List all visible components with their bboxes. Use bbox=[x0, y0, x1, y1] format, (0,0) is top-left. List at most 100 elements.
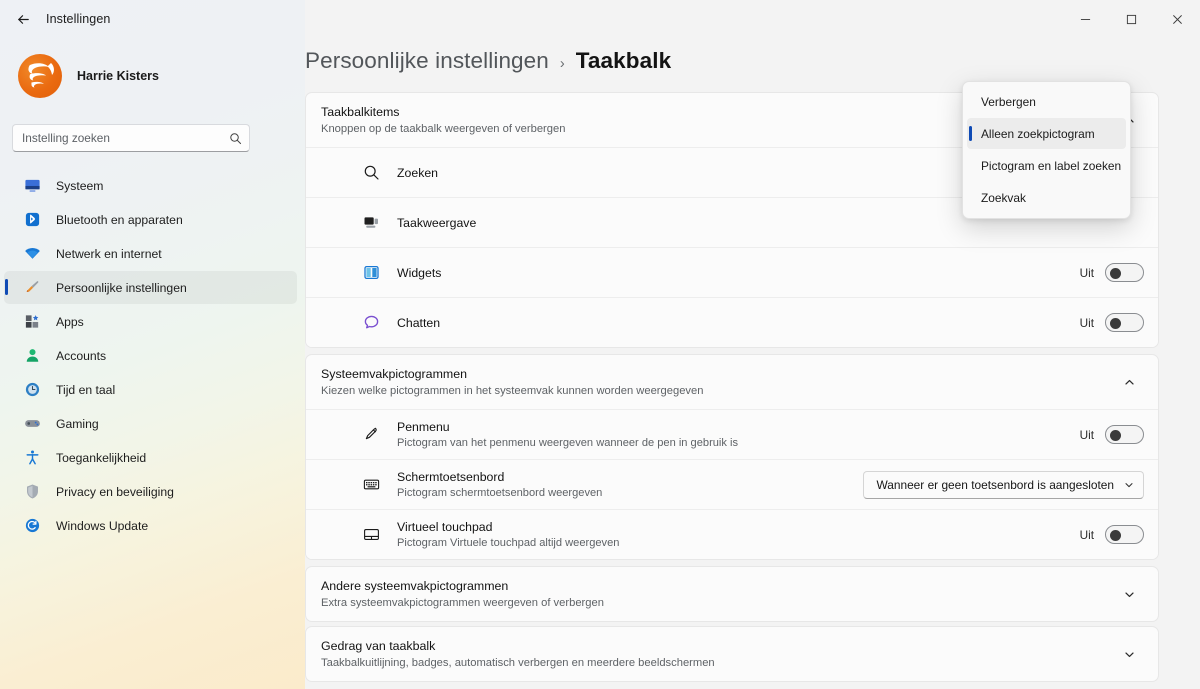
flyout-item-pictogram-en-label-zoeken[interactable]: Pictogram en label zoeken bbox=[967, 150, 1126, 181]
row-widgets[interactable]: Widgets Uit bbox=[306, 247, 1158, 297]
account-icon bbox=[22, 346, 42, 366]
update-icon bbox=[22, 516, 42, 536]
clock-icon bbox=[22, 380, 42, 400]
row-texts: Schermtoetsenbord Pictogram schermtoetse… bbox=[397, 469, 863, 501]
widgets-toggle[interactable] bbox=[1105, 263, 1144, 282]
sidebar-item-label: Bluetooth en apparaten bbox=[56, 212, 183, 227]
flyout-item-zoekvak[interactable]: Zoekvak bbox=[967, 182, 1126, 213]
row-subtitle: Pictogram schermtoetsenbord weergeven bbox=[397, 486, 603, 499]
touchpad-icon bbox=[361, 525, 381, 545]
toggle-state-label: Uit bbox=[1079, 527, 1094, 542]
search-icon bbox=[361, 163, 381, 183]
row-title: Chatten bbox=[397, 315, 441, 330]
toggle-state-label: Uit bbox=[1079, 427, 1094, 442]
search-input[interactable] bbox=[12, 124, 250, 152]
settings-window: Instellingen Harrie Kisters Instelling z… bbox=[0, 0, 1200, 689]
profile-block[interactable]: Harrie Kisters bbox=[0, 38, 305, 102]
row-control: Uit bbox=[1080, 313, 1144, 332]
chevron-down-icon[interactable] bbox=[1114, 639, 1144, 669]
page-title: Taakbalk bbox=[575, 48, 672, 73]
wifi-icon bbox=[22, 244, 42, 264]
flyout-item-label: Verbergen bbox=[981, 94, 1036, 109]
card-header-texts: Andere systeemvakpictogrammen Extra syst… bbox=[321, 578, 1114, 611]
main-content: Persoonlijke instellingen › Taakbalk Taa… bbox=[305, 0, 1200, 689]
sidebar-item-apps[interactable]: Apps bbox=[4, 305, 297, 338]
chat-toggle[interactable] bbox=[1105, 313, 1144, 332]
flyout-item-label: Zoekvak bbox=[981, 190, 1026, 205]
card-title: Systeemvakpictogrammen bbox=[321, 366, 467, 381]
sidebar-item-label: Persoonlijke instellingen bbox=[56, 280, 187, 295]
breadcrumb-parent[interactable]: Persoonlijke instellingen bbox=[305, 48, 549, 74]
pen-icon bbox=[361, 425, 381, 445]
card-systeemvakpictogrammen: Systeemvakpictogrammen Kiezen welke pict… bbox=[305, 354, 1159, 560]
row-penmenu[interactable]: Penmenu Pictogram van het penmenu weerge… bbox=[306, 409, 1158, 459]
sidebar-item-windows-update[interactable]: Windows Update bbox=[4, 509, 297, 542]
task-view-icon bbox=[361, 213, 381, 233]
minimize-button[interactable] bbox=[1062, 0, 1108, 38]
sidebar-item-persoonlijke-instellingen[interactable]: Persoonlijke instellingen bbox=[4, 271, 297, 304]
flyout-item-label: Alleen zoekpictogram bbox=[981, 126, 1095, 141]
toggle-state-label: Uit bbox=[1079, 315, 1094, 330]
sidebar-item-privacy[interactable]: Privacy en beveiliging bbox=[4, 475, 297, 508]
monitor-icon bbox=[22, 176, 42, 196]
window-controls bbox=[1062, 0, 1200, 38]
row-virtueel-touchpad[interactable]: Virtueel touchpad Pictogram Virtuele tou… bbox=[306, 509, 1158, 559]
row-chatten[interactable]: Chatten Uit bbox=[306, 297, 1158, 347]
search-icon[interactable] bbox=[226, 129, 244, 147]
flyout-item-label: Pictogram en label zoeken bbox=[981, 158, 1122, 173]
sidebar-item-label: Netwerk en internet bbox=[56, 246, 162, 261]
card-header-systeemvakpictogrammen[interactable]: Systeemvakpictogrammen Kiezen welke pict… bbox=[306, 355, 1158, 409]
sidebar-item-accounts[interactable]: Accounts bbox=[4, 339, 297, 372]
row-control: Uit bbox=[1080, 425, 1144, 444]
card-header-andere-systeemvakpictogrammen[interactable]: Andere systeemvakpictogrammen Extra syst… bbox=[306, 567, 1158, 621]
chat-icon bbox=[361, 313, 381, 333]
sidebar: Harrie Kisters Systeem Bluetoot bbox=[0, 0, 305, 689]
breadcrumb-separator: › bbox=[559, 56, 565, 72]
close-button[interactable] bbox=[1154, 0, 1200, 38]
touchpad-toggle[interactable] bbox=[1105, 525, 1144, 544]
toggle-knob bbox=[1110, 268, 1121, 279]
toggle-knob bbox=[1110, 430, 1121, 441]
chevron-up-icon[interactable] bbox=[1114, 367, 1144, 397]
card-header-texts: Gedrag van taakbalk Taakbalkuitlijning, … bbox=[321, 638, 1114, 671]
card-title: Gedrag van taakbalk bbox=[321, 638, 436, 653]
card-header-texts: Systeemvakpictogrammen Kiezen welke pict… bbox=[321, 366, 1114, 399]
card-andere-systeemvakpictogrammen: Andere systeemvakpictogrammen Extra syst… bbox=[305, 566, 1159, 622]
toggle-knob bbox=[1110, 318, 1121, 329]
sidebar-item-bluetooth[interactable]: Bluetooth en apparaten bbox=[4, 203, 297, 236]
row-control: Wanneer er geen toetsenbord is aangeslot… bbox=[863, 470, 1144, 499]
sidebar-item-label: Gaming bbox=[56, 416, 99, 431]
sidebar-nav: Systeem Bluetooth en apparaten Netwerk e… bbox=[0, 169, 305, 542]
gamepad-icon bbox=[22, 414, 42, 434]
back-button[interactable] bbox=[6, 4, 40, 34]
sidebar-item-label: Accounts bbox=[56, 348, 107, 363]
penmenu-toggle[interactable] bbox=[1105, 425, 1144, 444]
sidebar-item-tijd-en-taal[interactable]: Tijd en taal bbox=[4, 373, 297, 406]
row-schermtoetsenbord[interactable]: Schermtoetsenbord Pictogram schermtoetse… bbox=[306, 459, 1158, 509]
sidebar-item-gaming[interactable]: Gaming bbox=[4, 407, 297, 440]
maximize-button[interactable] bbox=[1108, 0, 1154, 38]
profile-name: Harrie Kisters bbox=[77, 69, 159, 83]
sidebar-item-toegankelijkheid[interactable]: Toegankelijkheid bbox=[4, 441, 297, 474]
card-subtitle: Kiezen welke pictogrammen in het systeem… bbox=[321, 384, 704, 397]
shield-icon bbox=[22, 482, 42, 502]
sidebar-item-label: Systeem bbox=[56, 178, 104, 193]
apps-icon bbox=[22, 312, 42, 332]
keyboard-icon bbox=[361, 475, 381, 495]
accessibility-icon bbox=[22, 448, 42, 468]
card-header-gedrag-van-taakbalk[interactable]: Gedrag van taakbalk Taakbalkuitlijning, … bbox=[306, 627, 1158, 681]
sidebar-item-netwerk[interactable]: Netwerk en internet bbox=[4, 237, 297, 270]
sidebar-search bbox=[12, 124, 291, 152]
toggle-state-label: Uit bbox=[1079, 265, 1094, 280]
row-texts: Penmenu Pictogram van het penmenu weerge… bbox=[397, 419, 1080, 451]
flyout-item-alleen-zoekpictogram[interactable]: Alleen zoekpictogram bbox=[967, 118, 1126, 149]
schermtoetsenbord-select[interactable]: Wanneer er geen toetsenbord is aangeslot… bbox=[863, 470, 1144, 499]
sidebar-item-systeem[interactable]: Systeem bbox=[4, 169, 297, 202]
flyout-item-verbergen[interactable]: Verbergen bbox=[967, 86, 1126, 117]
row-title: Schermtoetsenbord bbox=[397, 469, 505, 484]
row-texts: Widgets bbox=[397, 265, 1080, 281]
sidebar-item-label: Windows Update bbox=[56, 518, 149, 533]
chevron-down-icon[interactable] bbox=[1114, 579, 1144, 609]
row-title: Virtueel touchpad bbox=[397, 519, 493, 534]
row-control: Uit bbox=[1080, 263, 1144, 282]
